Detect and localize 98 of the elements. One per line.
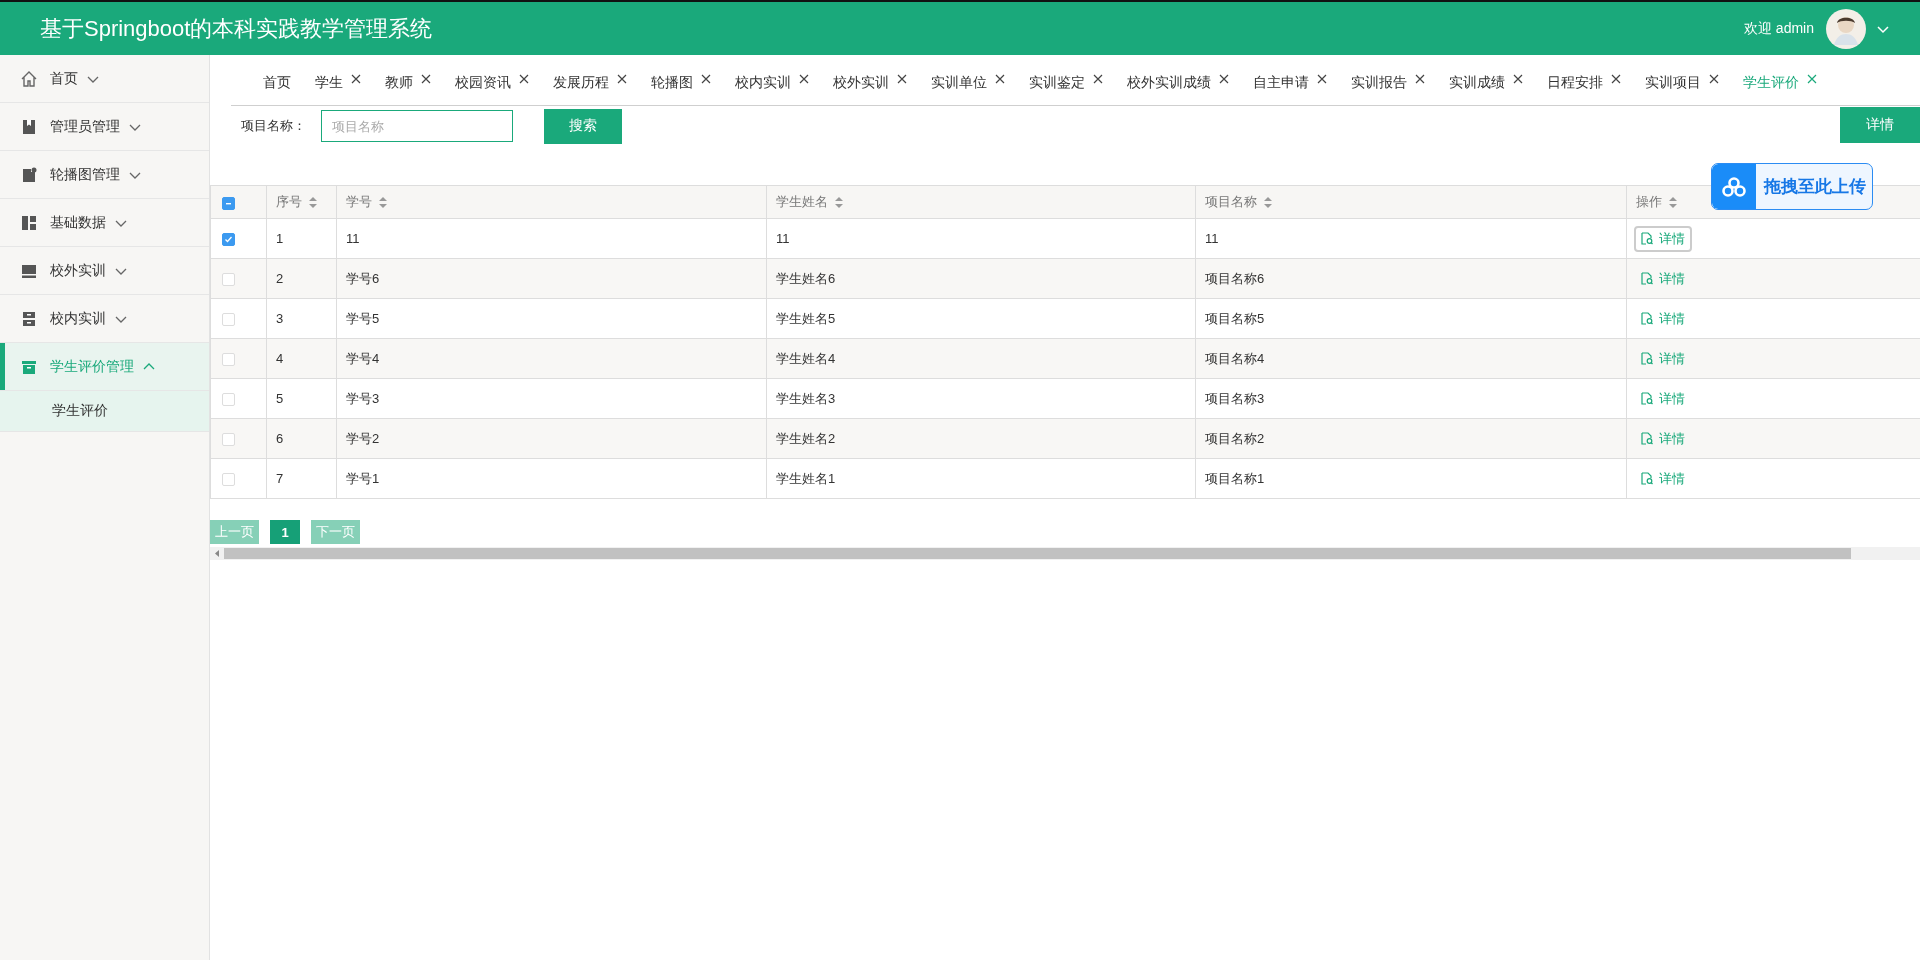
close-icon[interactable] [799,74,809,84]
close-icon[interactable] [701,74,711,84]
app-title: 基于Springboot的本科实践教学管理系统 [40,14,434,43]
close-icon[interactable] [1219,74,1229,84]
field-label: 项目名称： [241,117,307,135]
document-search-icon [1641,272,1654,285]
column-header: 学生姓名 [776,193,828,211]
document-search-icon [1641,352,1654,365]
table-cell: 4 [276,351,284,366]
close-icon[interactable] [519,74,529,84]
table-cell: 学生姓名3 [776,390,836,406]
cloud-icon [1721,175,1747,198]
table-cell: 7 [276,471,284,486]
table-cell: 3 [276,311,284,326]
column-header: 操作 [1636,193,1662,211]
tab[interactable]: 教师 [376,74,440,92]
document-search-icon [1641,312,1654,325]
close-icon[interactable] [1317,74,1327,84]
row-checkbox[interactable] [222,233,235,247]
tab[interactable]: 实训报告 [1342,74,1434,92]
welcome-text: 欢迎 admin [1743,19,1814,38]
document-search-icon [1641,392,1654,405]
close-icon[interactable] [421,74,431,84]
tab[interactable]: 实训项目 [1636,74,1728,92]
document-search-icon [1641,432,1654,445]
sort-icon[interactable] [378,195,388,209]
close-icon[interactable] [995,74,1005,84]
table-cell: 6 [276,431,284,446]
table-cell: 学号6 [346,270,380,286]
close-icon[interactable] [617,74,627,84]
tab[interactable]: 校外实训 [824,74,916,92]
tab[interactable]: 首页 [254,74,300,92]
scroll-left-icon[interactable] [214,549,220,558]
menu-item[interactable]: 基础数据 [0,199,209,247]
table-cell: 学号2 [346,430,380,446]
tab[interactable]: 学生 [306,74,370,92]
menu-item[interactable]: 轮播图管理 [0,151,209,199]
table-cell: 项目名称4 [1205,350,1265,366]
tab[interactable]: 校外实训成绩 [1118,74,1238,92]
document-search-icon [1641,472,1654,485]
close-icon[interactable] [1093,74,1103,84]
column-header: 项目名称 [1205,193,1257,211]
tab[interactable]: 发展历程 [544,74,636,92]
column-header: 序号 [276,193,302,211]
table-cell: 项目名称2 [1205,430,1265,446]
close-icon[interactable] [1513,74,1523,84]
home-icon [20,69,38,88]
sort-icon[interactable] [308,195,318,209]
table-cell: 学号5 [346,310,380,326]
tab[interactable]: 校内实训 [726,74,818,92]
close-icon[interactable] [897,74,907,84]
sort-icon[interactable] [834,195,844,209]
menu-item[interactable]: 管理员管理 [0,103,209,151]
avatar-icon [1826,8,1866,49]
upload-widget[interactable]: 拖拽至此上传 [1711,163,1873,210]
document-icon [20,165,38,184]
horizontal-scrollbar[interactable] [210,547,1920,560]
table-cell: 学生姓名6 [776,270,836,286]
table-cell: 学号1 [346,470,380,486]
drawer-icon [20,309,38,328]
table-cell: 11 [1205,231,1219,246]
column-header: 学号 [346,193,372,211]
table-cell: 学号3 [346,390,380,406]
table-cell: 学生姓名5 [776,310,836,326]
tab[interactable]: 实训鉴定 [1020,74,1112,92]
tab[interactable]: 轮播图 [642,74,720,92]
menu-item[interactable]: 首页 [0,55,209,103]
sort-icon[interactable] [1263,195,1273,209]
document-search-icon [1641,232,1654,245]
table-cell: 项目名称6 [1205,270,1265,286]
menu-item[interactable]: 校外实训 [0,247,209,295]
table-cell: 项目名称5 [1205,310,1265,326]
table-cell: 学生姓名4 [776,350,836,366]
table-cell: 学生姓名2 [776,430,836,446]
close-icon[interactable] [1611,74,1621,84]
sort-icon[interactable] [1668,195,1678,209]
table-cell: 项目名称3 [1205,390,1265,406]
select-all-checkbox[interactable] [222,196,235,210]
tab[interactable]: 实训单位 [922,74,1014,92]
dashboard-icon [20,213,38,232]
close-icon[interactable] [351,74,361,84]
tab[interactable]: 实训成绩 [1440,74,1532,92]
table-cell: 5 [276,391,284,406]
tab[interactable]: 校园资讯 [446,74,538,92]
table-cell: 2 [276,271,284,286]
tab[interactable]: 日程安排 [1538,74,1630,92]
table-cell: 1 [276,231,284,246]
table-cell: 11 [776,231,790,246]
table-cell: 11 [346,231,360,246]
search-field[interactable]: 项目名称 [321,110,513,142]
book-icon [20,117,38,136]
table-cell: 学生姓名1 [776,470,836,486]
table-cell: 学号4 [346,350,380,366]
close-icon[interactable] [1415,74,1425,84]
submenu-item[interactable]: 学生评价 [0,391,209,432]
table-cell: 项目名称1 [1205,470,1265,486]
tab[interactable]: 自主申请 [1244,74,1336,92]
close-icon[interactable] [1709,74,1719,84]
